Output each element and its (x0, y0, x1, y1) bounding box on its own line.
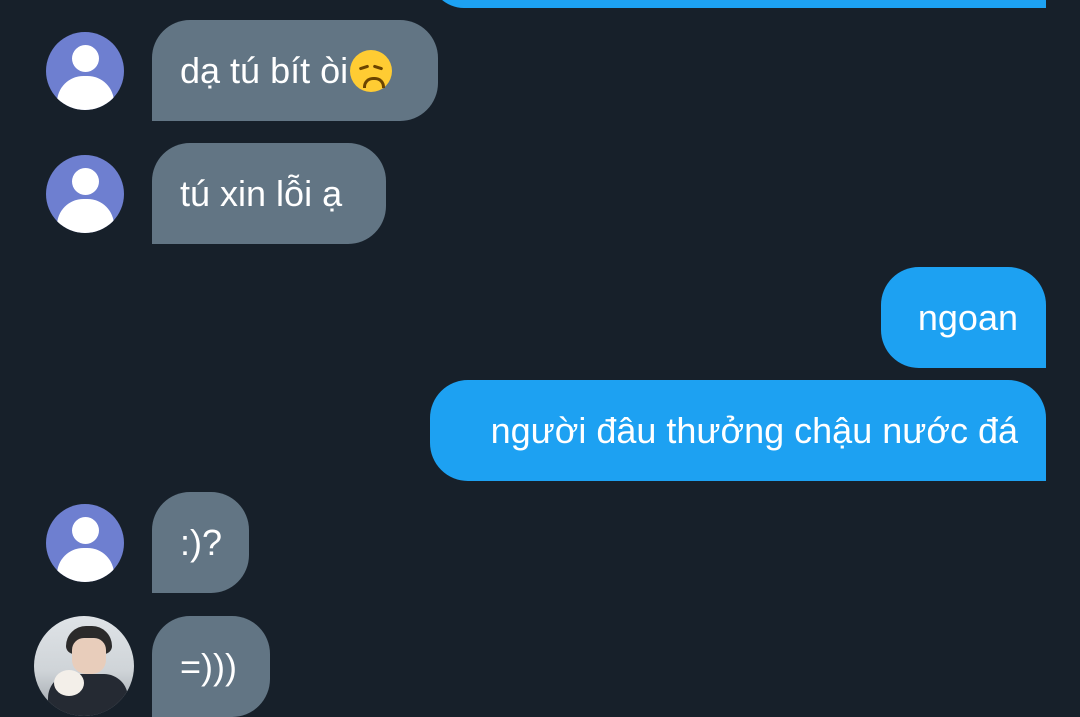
avatar-head-shape (72, 517, 99, 544)
user-avatar[interactable] (46, 32, 124, 110)
message-text: :)? (180, 521, 223, 563)
avatar-body-shape (57, 76, 114, 110)
avatar-head-shape (72, 168, 99, 195)
incoming-message-bubble[interactable]: :)? (152, 492, 249, 593)
outgoing-message-bubble[interactable]: người đâu thưởng chậu nước đá (430, 380, 1046, 481)
message-text: ngoan (917, 296, 1018, 338)
incoming-message-bubble[interactable]: =))) (152, 616, 270, 717)
profile-photo-avatar[interactable] (34, 616, 134, 716)
message-text: dạ tú bít òi (180, 49, 349, 91)
incoming-message-bubble[interactable]: tú xin lỗi ạ (152, 143, 386, 244)
message-text: tú xin lỗi ạ (180, 172, 343, 214)
outgoing-message-bubble-partial[interactable] (430, 0, 1046, 8)
message-text: người đâu thưởng chậu nước đá (490, 409, 1018, 451)
photo-dog-shape (54, 670, 84, 696)
user-avatar[interactable] (46, 504, 124, 582)
user-avatar[interactable] (46, 155, 124, 233)
message-text: =))) (180, 645, 237, 687)
avatar-body-shape (57, 199, 114, 233)
avatar-head-shape (72, 45, 99, 72)
photo-face-shape (72, 638, 106, 674)
outgoing-message-bubble[interactable]: ngoan (881, 267, 1046, 368)
disappointed-face-icon (350, 49, 393, 92)
incoming-message-bubble[interactable]: dạ tú bít òi (152, 20, 438, 121)
avatar-body-shape (57, 548, 114, 582)
